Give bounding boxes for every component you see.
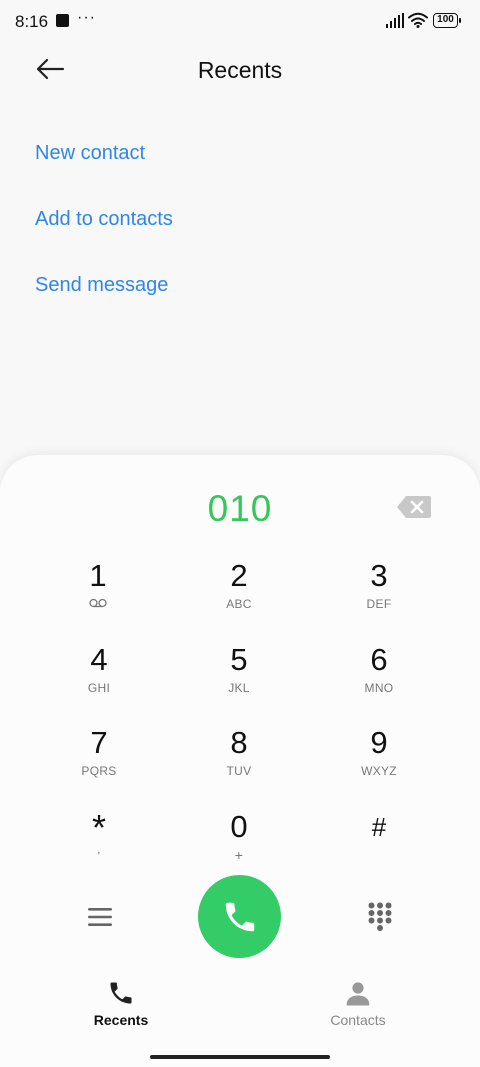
backspace-button[interactable]: [396, 495, 432, 519]
key-1[interactable]: 1: [38, 558, 158, 634]
call-button[interactable]: [198, 875, 281, 958]
key-digit: 7: [90, 725, 108, 760]
keypad-toggle-button[interactable]: [364, 901, 396, 933]
key-letters: TUV: [226, 764, 252, 778]
key-letters: WXYZ: [361, 764, 397, 778]
key-6[interactable]: 6 MNO: [319, 642, 439, 718]
key-letters: ,: [97, 842, 101, 856]
key-letters: JKL: [228, 681, 250, 695]
key-8[interactable]: 8 TUV: [179, 725, 299, 801]
key-digit: 0: [230, 809, 248, 844]
key-3[interactable]: 3 DEF: [319, 558, 439, 634]
dialer-panel: 010 1 2 ABC 3 DEF 4 GHI 5 JKL 6 MNO 7 PQ…: [0, 455, 480, 1067]
backspace-icon: [397, 496, 431, 518]
key-0[interactable]: 0 +: [179, 809, 299, 885]
key-letters: DEF: [366, 597, 392, 611]
phone-icon: [110, 982, 132, 1004]
key-letters: MNO: [364, 681, 394, 695]
menu-icon: [88, 908, 112, 926]
key-digit: 4: [90, 642, 108, 677]
tab-contacts-label: Contacts: [330, 1012, 386, 1028]
send-message-link[interactable]: Send message: [35, 274, 168, 297]
battery-indicator: 100: [433, 13, 461, 28]
page-title: Recents: [197, 57, 283, 83]
key-9[interactable]: 9 WXYZ: [319, 725, 439, 801]
key-digit: 2: [230, 558, 248, 593]
new-contact-link[interactable]: New contact: [35, 142, 145, 165]
menu-button[interactable]: [84, 901, 116, 933]
phone-icon: [225, 902, 254, 931]
tab-recents[interactable]: Recents: [66, 978, 176, 1034]
key-digit: 9: [370, 725, 388, 760]
add-to-contacts-link[interactable]: Add to contacts: [35, 208, 173, 231]
key-letters: ABC: [226, 597, 252, 611]
wifi-icon: [408, 12, 428, 28]
key-digit: 1: [89, 558, 107, 593]
key-letters: GHI: [87, 681, 111, 695]
status-bar: 8:16 ··· 100: [0, 0, 480, 44]
key-4[interactable]: 4 GHI: [39, 642, 159, 718]
more-notifications-icon: ···: [77, 9, 96, 26]
signal-icon: [386, 13, 404, 28]
key-star[interactable]: * ,: [39, 809, 159, 885]
key-letters: +: [234, 847, 244, 863]
key-digit: 5: [230, 642, 248, 677]
tab-recents-label: Recents: [93, 1012, 149, 1028]
voicemail-icon: [89, 598, 107, 608]
key-digit: #: [371, 812, 387, 842]
home-indicator[interactable]: [150, 1055, 330, 1059]
key-7[interactable]: 7 PQRS: [39, 725, 159, 801]
tab-contacts[interactable]: Contacts: [303, 978, 413, 1034]
key-digit: 8: [230, 725, 248, 760]
key-digit: 6: [370, 642, 388, 677]
person-icon: [346, 982, 370, 1006]
key-digit: 3: [370, 558, 388, 593]
dialpad-icon: [368, 902, 392, 931]
key-5[interactable]: 5 JKL: [179, 642, 299, 718]
key-letters: PQRS: [81, 764, 117, 778]
key-2[interactable]: 2 ABC: [179, 558, 299, 634]
status-time: 8:16: [15, 12, 49, 31]
notification-square-icon: [56, 14, 69, 27]
key-hash[interactable]: #: [319, 809, 439, 885]
